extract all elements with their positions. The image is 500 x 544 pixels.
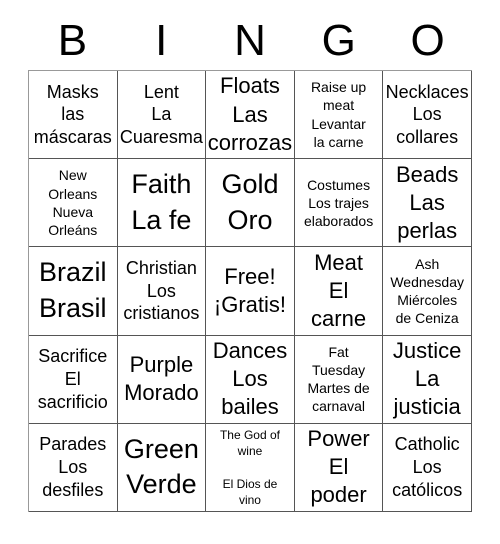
bingo-cell[interactable]: Lent La Cuaresma xyxy=(117,71,207,160)
bingo-cell-text: Catholic Los católicos xyxy=(392,434,463,500)
bingo-cell[interactable]: Parades Los desfiles xyxy=(29,423,118,513)
bingo-cell-text: Fat Tuesday Martes de carnaval xyxy=(307,343,370,415)
bingo-cell[interactable]: Christian Los cristianos xyxy=(117,247,207,336)
bingo-row: New Orleans Nueva Orleáns Faith La fe Go… xyxy=(29,159,472,248)
header-letter-i: I xyxy=(117,12,206,70)
bingo-cell[interactable]: Catholic Los católicos xyxy=(383,423,472,513)
bingo-cell-text: Floats Las corrozas xyxy=(207,73,293,155)
bingo-cell-text: New Orleans Nueva Orleáns xyxy=(48,167,98,238)
bingo-cell-text: Necklaces Los collares xyxy=(385,81,469,147)
header-letter-b: B xyxy=(28,12,117,70)
bingo-grid: Masks las máscaras Lent La Cuaresma Floa… xyxy=(28,70,472,513)
bingo-cell[interactable]: Brazil Brasil xyxy=(29,247,118,336)
header-letter-g-text: G xyxy=(321,16,356,65)
header-letter-n: N xyxy=(206,12,295,70)
bingo-cell-text: Gold Oro xyxy=(221,169,279,235)
header-letter-i-text: I xyxy=(155,16,168,65)
bingo-cell[interactable]: Floats Las corrozas xyxy=(206,71,295,160)
bingo-cell-text: Beads Las perlas xyxy=(395,161,459,243)
bingo-cell-text: The God of wine El Dios de vino xyxy=(219,427,280,507)
bingo-card: B I N G O Masks las máscaras Lent La Cua… xyxy=(0,0,500,544)
bingo-cell[interactable]: Beads Las perlas xyxy=(383,159,472,248)
bingo-cell-text: Christian Los cristianos xyxy=(123,258,200,324)
bingo-cell[interactable]: Green Verde xyxy=(117,423,207,513)
bingo-cell[interactable]: Costumes Los trajes elaborados xyxy=(294,159,384,248)
bingo-cell[interactable]: Sacrifice El sacrificio xyxy=(29,335,118,424)
bingo-cell-text: Dances Los bailes xyxy=(212,337,288,420)
bingo-cell[interactable]: Meat El carne xyxy=(294,247,384,336)
bingo-cell-text: Green Verde xyxy=(123,433,199,500)
bingo-cell-text: Ash Wednesday Miércoles de Ceniza xyxy=(390,255,465,327)
bingo-cell-text: Costumes Los trajes elaborados xyxy=(303,176,374,229)
header-letter-o: O xyxy=(383,12,472,70)
bingo-cell-text: Faith La fe xyxy=(131,169,192,235)
bingo-cell[interactable]: Raise up meat Levantar la carne xyxy=(294,71,384,160)
bingo-row: Parades Los desfiles Green Verde The God… xyxy=(29,423,472,513)
bingo-cell-free[interactable]: Free! ¡Gratis! xyxy=(206,247,295,336)
bingo-cell[interactable]: Gold Oro xyxy=(206,159,295,248)
bingo-cell-text: Purple Morado xyxy=(124,352,199,406)
bingo-cell[interactable]: Justice La justicia xyxy=(383,335,472,424)
bingo-header: B I N G O xyxy=(28,12,472,70)
bingo-cell[interactable]: Power El poder xyxy=(294,423,384,513)
bingo-cell-text: Parades Los desfiles xyxy=(39,434,107,500)
bingo-cell-text: Brazil Brasil xyxy=(39,257,107,323)
bingo-cell[interactable]: The God of wine El Dios de vino xyxy=(206,423,295,513)
bingo-cell-text: Power El poder xyxy=(307,426,370,508)
bingo-cell-text: Raise up meat Levantar la carne xyxy=(310,79,367,150)
header-letter-b-text: B xyxy=(57,16,88,65)
bingo-cell-text: Masks las máscaras xyxy=(33,81,112,147)
bingo-cell-text: Meat El carne xyxy=(311,249,367,332)
bingo-row: Sacrifice El sacrificio Purple Morado Da… xyxy=(29,335,472,424)
header-letter-o-text: O xyxy=(410,16,445,65)
bingo-cell[interactable]: Necklaces Los collares xyxy=(383,71,472,160)
bingo-cell[interactable]: Ash Wednesday Miércoles de Ceniza xyxy=(383,247,472,336)
bingo-row: Brazil Brasil Christian Los cristianos F… xyxy=(29,247,472,336)
bingo-cell-text: Lent La Cuaresma xyxy=(119,81,203,147)
header-letter-n-text: N xyxy=(234,16,266,65)
bingo-cell-text: Sacrifice El sacrificio xyxy=(37,346,108,412)
bingo-cell[interactable]: Fat Tuesday Martes de carnaval xyxy=(294,335,384,424)
bingo-cell[interactable]: Faith La fe xyxy=(117,159,207,248)
bingo-cell[interactable]: Masks las máscaras xyxy=(29,71,118,160)
bingo-cell[interactable]: Dances Los bailes xyxy=(206,335,295,424)
bingo-cell[interactable]: Purple Morado xyxy=(117,335,207,424)
header-letter-g: G xyxy=(294,12,383,70)
bingo-row: Masks las máscaras Lent La Cuaresma Floa… xyxy=(29,71,472,160)
bingo-cell-text: Free! ¡Gratis! xyxy=(213,263,287,317)
bingo-cell-text: Justice La justicia xyxy=(392,337,462,420)
bingo-cell[interactable]: New Orleans Nueva Orleáns xyxy=(29,159,118,248)
